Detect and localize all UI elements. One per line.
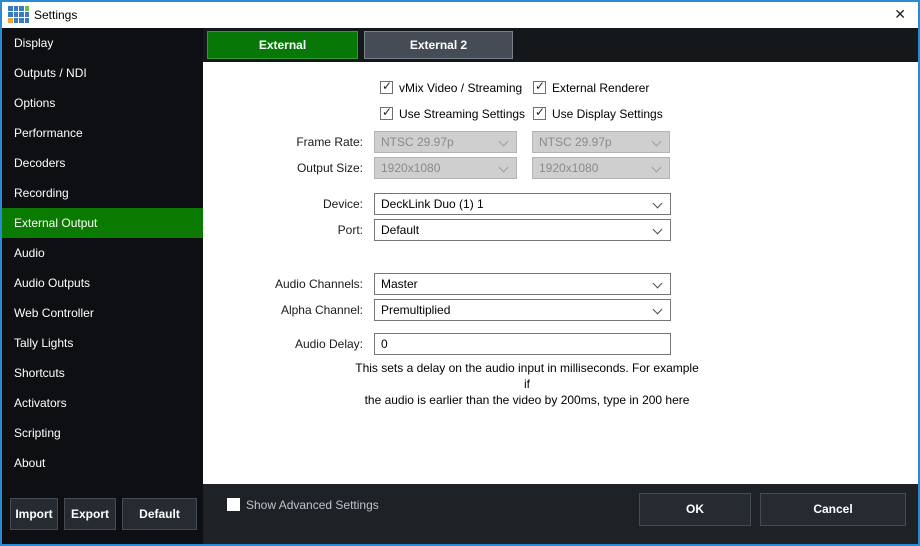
port-label: Port:	[213, 223, 363, 237]
checkbox-label: Use Streaming Settings	[399, 107, 525, 121]
chevron-down-icon	[653, 225, 663, 235]
chevron-down-icon	[653, 279, 663, 289]
sidebar-item-performance[interactable]: Performance	[2, 118, 203, 148]
output-size-select-1: 1920x1080	[374, 157, 517, 179]
checkbox-label: vMix Video / Streaming	[399, 81, 522, 95]
tab-external-2[interactable]: External 2	[364, 31, 513, 59]
import-button[interactable]: Import	[10, 498, 58, 530]
checkbox-label: Show Advanced Settings	[246, 498, 379, 512]
use-display-settings-checkbox[interactable]: Use Display Settings	[533, 107, 663, 123]
output-size-label: Output Size:	[213, 161, 363, 175]
export-button[interactable]: Export	[64, 498, 116, 530]
device-label: Device:	[213, 197, 363, 211]
sidebar-item-activators[interactable]: Activators	[2, 388, 203, 418]
ok-button[interactable]: OK	[639, 493, 751, 526]
sidebar-item-shortcuts[interactable]: Shortcuts	[2, 358, 203, 388]
sidebar-item-web-controller[interactable]: Web Controller	[2, 298, 203, 328]
vmix-logo-icon	[8, 6, 29, 23]
checkbox-icon[interactable]	[380, 107, 393, 120]
checkbox-icon[interactable]	[533, 81, 546, 94]
tab-external[interactable]: External	[207, 31, 358, 59]
show-advanced-settings-checkbox[interactable]: Show Advanced Settings	[227, 498, 379, 513]
audio-channels-label: Audio Channels:	[213, 277, 363, 291]
chevron-down-icon	[653, 305, 663, 315]
sidebar-item-audio-outputs[interactable]: Audio Outputs	[2, 268, 203, 298]
sidebar-item-external-output[interactable]: External Output	[2, 208, 203, 238]
chevron-down-icon	[652, 137, 662, 147]
checkbox-icon[interactable]	[533, 107, 546, 120]
title-bar: Settings ✕	[2, 2, 918, 28]
chevron-down-icon	[653, 199, 663, 209]
audio-delay-label: Audio Delay:	[213, 337, 363, 351]
vmix-video-streaming-checkbox[interactable]: vMix Video / Streaming	[380, 81, 522, 97]
sidebar-item-tally-lights[interactable]: Tally Lights	[2, 328, 203, 358]
sidebar-item-outputs-ndi[interactable]: Outputs / NDI	[2, 58, 203, 88]
chevron-down-icon	[652, 163, 662, 173]
alpha-channel-label: Alpha Channel:	[213, 303, 363, 317]
tab-bar: External External 2	[203, 28, 918, 62]
sidebar-item-display[interactable]: Display	[2, 28, 203, 58]
window-title: Settings	[34, 8, 77, 22]
external-renderer-checkbox[interactable]: External Renderer	[533, 81, 649, 97]
frame-rate-select-2: NTSC 29.97p	[532, 131, 670, 153]
frame-rate-select-1: NTSC 29.97p	[374, 131, 517, 153]
sidebar-item-recording[interactable]: Recording	[2, 178, 203, 208]
sidebar-item-options[interactable]: Options	[2, 88, 203, 118]
audio-delay-input[interactable]	[374, 333, 671, 355]
chevron-down-icon	[499, 163, 509, 173]
chevron-down-icon	[499, 137, 509, 147]
footer-bar: Show Advanced Settings OK Cancel	[203, 484, 918, 544]
device-select[interactable]: DeckLink Duo (1) 1	[374, 193, 671, 215]
default-button[interactable]: Default	[122, 498, 197, 530]
sidebar-item-about[interactable]: About	[2, 448, 203, 478]
sidebar-item-scripting[interactable]: Scripting	[2, 418, 203, 448]
sidebar-item-decoders[interactable]: Decoders	[2, 148, 203, 178]
cancel-button[interactable]: Cancel	[760, 493, 906, 526]
checkbox-icon[interactable]	[227, 498, 240, 511]
external-output-panel: vMix Video / Streaming External Renderer…	[203, 62, 918, 484]
sidebar: Display Outputs / NDI Options Performanc…	[2, 28, 203, 544]
close-icon[interactable]: ✕	[894, 6, 906, 23]
sidebar-item-audio[interactable]: Audio	[2, 238, 203, 268]
output-size-select-2: 1920x1080	[532, 157, 670, 179]
audio-delay-help-text: This sets a delay on the audio input in …	[353, 360, 701, 408]
checkbox-icon[interactable]	[380, 81, 393, 94]
audio-channels-select[interactable]: Master	[374, 273, 671, 295]
alpha-channel-select[interactable]: Premultiplied	[374, 299, 671, 321]
use-streaming-settings-checkbox[interactable]: Use Streaming Settings	[380, 107, 525, 123]
port-select[interactable]: Default	[374, 219, 671, 241]
settings-window: Settings ✕ Display Outputs / NDI Options…	[0, 0, 920, 546]
checkbox-label: Use Display Settings	[552, 107, 663, 121]
checkbox-label: External Renderer	[552, 81, 649, 95]
frame-rate-label: Frame Rate:	[213, 135, 363, 149]
